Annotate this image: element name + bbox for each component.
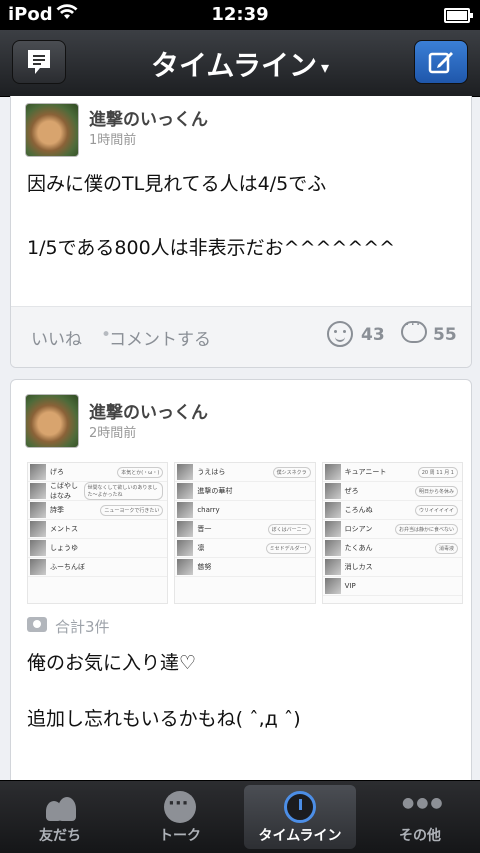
tab-label: タイムライン <box>258 828 342 844</box>
list-item: 凛ミセドデルダー! <box>175 539 315 558</box>
list-item: ころんぬ ウリイイイイイ <box>322 501 462 520</box>
compose-button[interactable] <box>414 40 468 84</box>
post-author[interactable]: 進撃のいっくん <box>89 105 208 130</box>
list-item: げろ 本気とか(・ω・) <box>28 463 168 482</box>
like-count: 43 <box>361 325 385 345</box>
post-card: 進撃のいっくん 2時間前 げろ 本気とか(・ω・) こばやしはなみ 世間なくして欲し… <box>10 379 472 780</box>
list-item: VIP <box>322 577 462 596</box>
tab-friends[interactable]: 友だち <box>0 781 120 853</box>
timeline-clock-icon <box>284 791 316 823</box>
post-text: 因みに僕のTL見れてる人は4/5でふ 1/5である800人は非表示だお^^^^^… <box>27 173 455 260</box>
avatar[interactable] <box>25 103 79 157</box>
photo-grid[interactable]: げろ 本気とか(・ω・) こばやしはなみ 世間なくして欲しいのありました～よかったね… <box>27 462 463 604</box>
post-time: 1時間前 <box>89 133 137 148</box>
comment-icon[interactable] <box>401 317 427 343</box>
post-actions: いいね • コメントする 43 55 <box>11 306 471 367</box>
tab-label: その他 <box>399 828 441 844</box>
list-item: こばやしはなみ 世間なくして欲しいのありました～よかったね <box>28 482 168 501</box>
tab-talk[interactable]: トーク <box>120 781 240 853</box>
post-author[interactable]: 進撃のいっくん <box>89 398 208 423</box>
list-item: うえはら 僕シスネクラ <box>175 463 315 482</box>
post-text-line: 追加し忘れもいるかもね( ˆ,д ˆ) <box>27 707 301 730</box>
chevron-down-icon: ▾ <box>321 57 330 77</box>
page-title-text: タイムライン <box>150 49 317 82</box>
tab-bar: 友だち トーク タイムライン その他 <box>0 780 480 853</box>
post-text-line: 因みに僕のTL見れてる人は4/5でふ <box>27 173 327 195</box>
post-text-line <box>27 196 455 219</box>
list-item: ぜろ 明日から冬休み <box>322 482 462 501</box>
timeline-feed[interactable]: 進撃のいっくん 1時間前 因みに僕のTL見れてる人は4/5でふ 1/5である80… <box>0 96 480 780</box>
avatar[interactable] <box>25 394 79 448</box>
post-text-line: 俺のお気に入り達♡ <box>27 652 197 674</box>
list-item: 詩季 ニューヨークで行きたい <box>28 501 168 520</box>
post-text: 俺のお気に入り達♡ 追加し忘れもいるかもね( ˆ,д ˆ) <box>27 652 455 731</box>
list-item: 進撃の華村 <box>175 482 315 501</box>
like-button[interactable]: いいね <box>31 325 82 350</box>
comment-count: 55 <box>433 325 457 345</box>
photo-thumbnail[interactable]: うえはら 僕シスネクラ 進撃の華村 charry 晋一 ぼくはバーニー 凛ミセドデル… <box>174 462 316 604</box>
compose-icon <box>428 52 453 74</box>
smile-icon[interactable] <box>327 321 353 347</box>
list-item: ロシアン お弁当は静かに食べない <box>322 520 462 539</box>
tab-timeline[interactable]: タイムライン <box>240 781 360 853</box>
battery-icon <box>444 8 473 23</box>
list-item: たくあん 消毒液 <box>322 539 462 558</box>
list-item: キュアニート 20 周 11 月 1 <box>322 463 462 482</box>
status-time: 12:39 <box>211 4 269 25</box>
comment-button[interactable]: コメントする <box>109 325 211 350</box>
post-time: 2時間前 <box>89 426 137 441</box>
list-item: しょうゆ <box>28 539 168 558</box>
tab-label: 友だち <box>39 828 81 844</box>
navigation-bar: タイムライン ▾ <box>0 30 480 97</box>
talk-icon <box>164 791 196 823</box>
list-item: メントス <box>28 520 168 539</box>
page-title[interactable]: タイムライン ▾ <box>0 44 480 84</box>
post-text-line <box>27 675 455 698</box>
photo-thumbnail[interactable]: キュアニート 20 周 11 月 1 ぜろ 明日から冬休み ころんぬ ウリイイイイイ … <box>321 462 463 604</box>
list-item: ふーちんぼ <box>28 558 168 577</box>
list-item: 消しカス <box>322 558 462 577</box>
more-icon <box>402 791 445 823</box>
list-item: charry <box>175 501 315 520</box>
photo-thumbnail[interactable]: げろ 本気とか(・ω・) こばやしはなみ 世間なくして欲しいのありました～よかったね… <box>27 462 169 604</box>
camera-icon <box>27 617 47 632</box>
tab-more[interactable]: その他 <box>360 781 480 853</box>
status-bar: iPod 12:39 <box>0 0 480 30</box>
list-item: 慈努 <box>175 558 315 577</box>
tab-label: トーク <box>159 828 201 844</box>
post-text-line: 1/5である800人は非表示だお^^^^^^^ <box>27 236 396 259</box>
photo-count: 合計3件 <box>55 618 110 636</box>
list-item: 晋一 ぼくはバーニー <box>175 520 315 539</box>
friends-icon <box>44 791 76 823</box>
post-card: 進撃のいっくん 1時間前 因みに僕のTL見れてる人は4/5でふ 1/5である80… <box>10 96 472 368</box>
